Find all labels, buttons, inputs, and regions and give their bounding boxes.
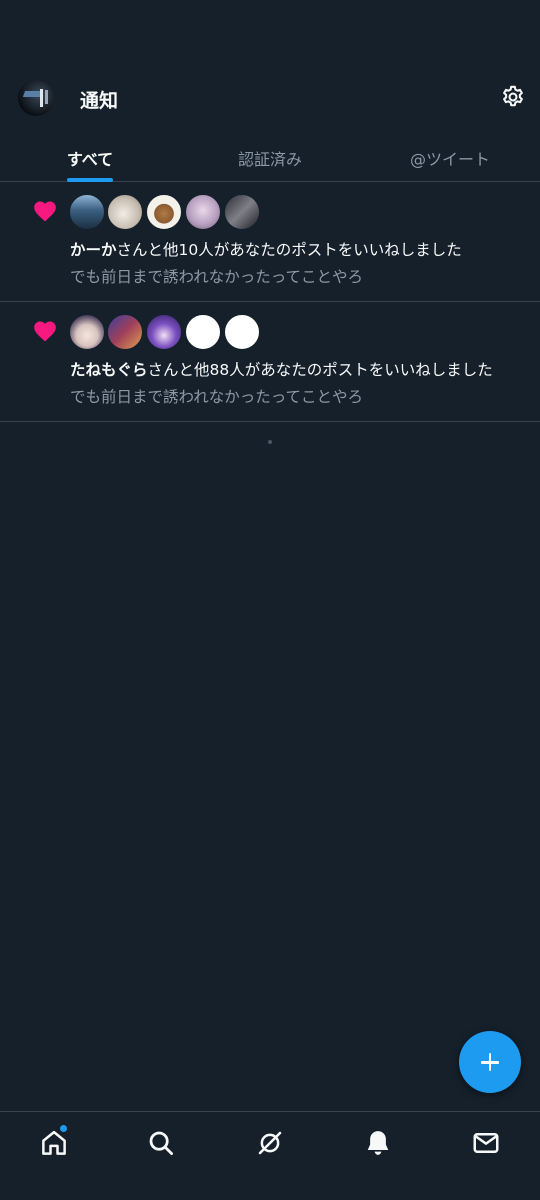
search-icon [149, 1131, 173, 1155]
notifications-screen: 通知 すべて 認証済み @ツイート かーかさんと他10人があなたのポストをいいね… [0, 0, 540, 1200]
avatar[interactable] [224, 314, 260, 350]
tab-label: 認証済み [237, 150, 302, 169]
bell-icon [367, 1131, 389, 1155]
notification-item[interactable]: たねもぐらさんと他88人があなたのポストをいいねしました でも前日まで誘われなか… [0, 302, 540, 422]
tab-verified[interactable]: 認証済み [180, 134, 360, 182]
avatar[interactable] [69, 194, 105, 230]
avatar[interactable] [224, 194, 260, 230]
avatar[interactable] [185, 194, 221, 230]
spaces-icon [258, 1131, 282, 1155]
nav-notifications[interactable] [363, 1128, 393, 1158]
home-icon [42, 1130, 66, 1155]
new-content-badge [60, 1125, 67, 1132]
gear-icon[interactable] [500, 84, 526, 110]
tab-mentions[interactable]: @ツイート [360, 134, 540, 182]
mail-icon [473, 1133, 499, 1153]
user-name[interactable]: たねもぐら [70, 361, 148, 379]
user-name[interactable]: かーか [70, 241, 117, 259]
nav-spaces[interactable] [255, 1128, 285, 1158]
avatar[interactable] [107, 194, 143, 230]
notification-text: かーかさんと他10人があなたのポストをいいねしました [70, 238, 462, 260]
heart-icon [34, 201, 56, 222]
tab-label: すべて [66, 150, 114, 169]
avatar[interactable] [185, 314, 221, 350]
notification-message: さんと他10人があなたのポストをいいねしました [116, 241, 462, 259]
nav-search[interactable] [146, 1128, 176, 1158]
notification-tabs: すべて 認証済み @ツイート [0, 134, 540, 182]
bottom-nav [0, 1111, 540, 1200]
nav-messages[interactable] [471, 1128, 501, 1158]
avatar[interactable] [146, 314, 182, 350]
page-title: 通知 [80, 90, 119, 112]
tab-label: @ツイート [409, 150, 490, 169]
heart-icon [34, 321, 56, 342]
post-preview: でも前日まで誘われなかったってことやろ [70, 268, 363, 286]
profile-avatar[interactable] [18, 80, 54, 116]
nav-home[interactable] [39, 1125, 69, 1158]
avatar[interactable] [107, 314, 143, 350]
loading-indicator [268, 440, 272, 444]
compose-button[interactable] [459, 1031, 521, 1093]
avatar[interactable] [69, 314, 105, 350]
top-header: 通知 [0, 72, 540, 122]
avatar[interactable] [146, 194, 182, 230]
post-preview: でも前日まで誘われなかったってことやろ [70, 388, 363, 406]
tab-all[interactable]: すべて [0, 134, 180, 182]
notification-message: さんと他88人があなたのポストをいいねしました [147, 361, 493, 379]
notification-text: たねもぐらさんと他88人があなたのポストをいいねしました [70, 358, 493, 380]
notification-item[interactable]: かーかさんと他10人があなたのポストをいいねしました でも前日まで誘われなかった… [0, 182, 540, 302]
